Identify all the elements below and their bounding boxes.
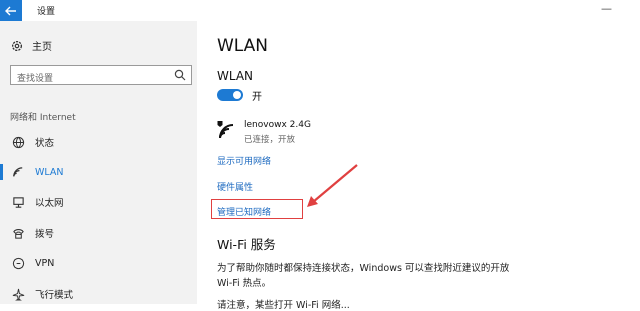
active-indicator — [0, 164, 3, 180]
wifi-services-note: 请注意，某些打开 Wi-Fi 网络... — [217, 300, 350, 311]
sidebar-item-ethernet[interactable]: 以太网 — [0, 191, 197, 213]
vpn-icon — [12, 257, 25, 269]
gear-icon — [11, 40, 23, 51]
wifi-services-description: 为了帮助你随时都保持连接状态，Windows 可以查找附近建议的开放 Wi-Fi… — [217, 263, 510, 289]
arrow-left-icon — [5, 6, 16, 15]
wifi-icon — [13, 166, 23, 176]
sidebar-item-label: 拨号 — [35, 229, 55, 240]
search-icon[interactable] — [174, 69, 186, 81]
ethernet-icon — [13, 196, 24, 208]
sidebar-item-vpn[interactable]: VPN — [0, 252, 197, 274]
show-available-networks-link[interactable]: 显示可用网络 — [217, 154, 271, 167]
wlan-label: WLAN — [217, 69, 254, 83]
sidebar-item-label: WLAN — [35, 166, 64, 178]
window-title: 设置 — [37, 7, 56, 17]
wifi-services-heading: Wi-Fi 服务 — [217, 237, 276, 252]
sidebar-item-home[interactable]: 主页 — [10, 38, 52, 53]
sidebar-home-label: 主页 — [32, 42, 52, 53]
toggle-state-label: 开 — [252, 92, 262, 103]
title-bar: 设置 — — [0, 0, 640, 22]
sidebar-item-label: 飞行模式 — [35, 290, 74, 301]
section-label: 网络和 Internet — [10, 113, 76, 123]
toggle-knob — [233, 91, 241, 99]
airplane-icon — [12, 288, 25, 301]
sidebar-item-label: VPN — [35, 257, 55, 269]
main-content: WLAN WLAN 开 lenovowx 2.4G 已连接，开放 显示可用网络 … — [197, 21, 640, 311]
wifi-secured-icon — [217, 121, 234, 139]
globe-icon — [12, 136, 25, 148]
sidebar-item-dialup[interactable]: 拨号 — [0, 222, 197, 244]
dialup-icon — [13, 228, 24, 239]
sidebar-item-label: 以太网 — [35, 198, 64, 209]
hardware-properties-link[interactable]: 硬件属性 — [217, 180, 253, 193]
annotation-highlight-box — [211, 199, 303, 219]
sidebar-item-wlan[interactable]: WLAN — [0, 161, 197, 183]
sidebar: 主页 网络和 Internet 状态 WLAN 以太网 — [0, 21, 197, 304]
sidebar-item-status[interactable]: 状态 — [0, 131, 197, 153]
wlan-toggle[interactable] — [217, 89, 243, 101]
minimize-button[interactable]: — — [601, 2, 612, 15]
network-status: 已连接，开放 — [244, 135, 296, 145]
page-title: WLAN — [217, 36, 269, 56]
sidebar-item-airplane[interactable]: 飞行模式 — [0, 283, 197, 305]
network-ssid: lenovowx 2.4G — [244, 120, 311, 130]
search-box[interactable] — [10, 65, 192, 88]
back-button[interactable] — [0, 0, 22, 21]
search-input[interactable] — [11, 70, 177, 88]
sidebar-item-label: 状态 — [35, 138, 55, 149]
network-item[interactable]: lenovowx 2.4G 已连接，开放 — [217, 118, 337, 148]
